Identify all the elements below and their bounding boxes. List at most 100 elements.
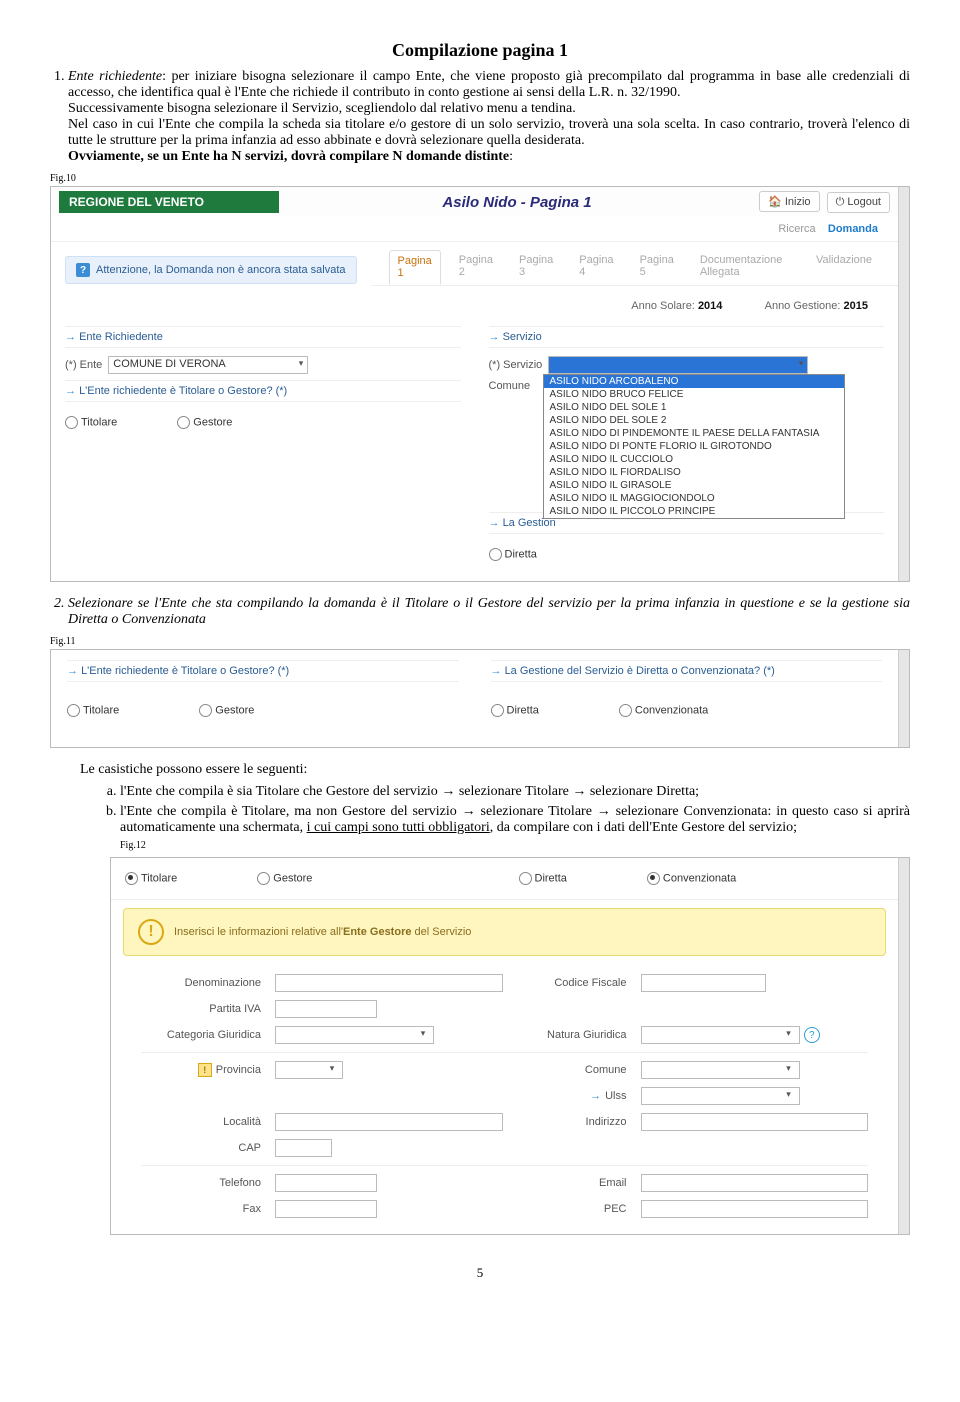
ente-select[interactable]: COMUNE DI VERONA — [108, 356, 308, 374]
anno-solare-value: 2014 — [698, 300, 722, 312]
app-title: Asilo Nido - Pagina 1 — [279, 194, 755, 211]
text: : per iniziare bisogna selezionare il ca… — [68, 69, 910, 100]
label-fax: Fax — [141, 1203, 261, 1215]
scrollbar[interactable] — [898, 187, 909, 581]
select-catgiur[interactable] — [275, 1026, 434, 1044]
alert-text: Attenzione, la Domanda non è ancora stat… — [96, 264, 346, 276]
input-email[interactable] — [641, 1174, 869, 1192]
radio-titolare[interactable]: Titolare — [125, 872, 177, 885]
dropdown-item[interactable]: ASILO NIDO IL PICCOLO PRINCIPE — [544, 505, 844, 518]
warning-icon: ? — [76, 263, 90, 277]
dropdown-item[interactable]: ASILO NIDO IL MAGGIOCIONDOLO — [544, 492, 844, 505]
input-cf[interactable] — [641, 974, 766, 992]
label-piva: Partita IVA — [141, 1003, 261, 1015]
radio-titolare[interactable]: Titolare — [67, 704, 119, 717]
anno-gestione-label: Anno Gestione: — [765, 300, 841, 312]
text: Selezionare se l'Ente che sta compilando… — [68, 596, 910, 627]
page-number: 5 — [50, 1265, 910, 1281]
input-cap[interactable] — [275, 1139, 332, 1157]
section-servizio: Servizio — [489, 326, 885, 348]
tab-pagina5[interactable]: Pagina 5 — [632, 250, 682, 285]
radio-diretta[interactable]: Diretta — [489, 548, 537, 561]
label-provincia: !Provincia — [141, 1063, 261, 1077]
label-indirizzo: Indirizzo — [517, 1116, 627, 1128]
list-item: Ente richiedente: per iniziare bisogna s… — [68, 69, 910, 165]
label-telefono: Telefono — [141, 1177, 261, 1189]
tab-doc[interactable]: Documentazione Allegata — [692, 250, 798, 285]
screenshot-fig11: L'Ente richiedente è Titolare o Gestore?… — [50, 649, 910, 748]
servizio-select[interactable] — [548, 356, 808, 374]
label-ulss: →Ulss — [517, 1090, 627, 1102]
radio-gestore[interactable]: Gestore — [257, 872, 312, 885]
section-ente: Ente Richiedente — [65, 326, 461, 348]
figure-label: Fig.11 — [50, 636, 910, 647]
list-item: l'Ente che compila è Titolare, ma non Ge… — [120, 804, 910, 851]
select-provincia[interactable] — [275, 1061, 343, 1079]
nav-domanda[interactable]: Domanda — [828, 223, 878, 235]
input-telefono[interactable] — [275, 1174, 377, 1192]
question-diretta-convenzionata: La Gestione del Servizio è Diretta o Con… — [491, 660, 883, 682]
question-titolare-gestore: L'Ente richiedente è Titolare o Gestore?… — [65, 380, 461, 402]
dropdown-item[interactable]: ASILO NIDO IL FIORDALISO — [544, 466, 844, 479]
text: Nel caso in cui l'Ente che compila la sc… — [68, 117, 910, 148]
input-piva[interactable] — [275, 1000, 377, 1018]
input-fax[interactable] — [275, 1200, 377, 1218]
help-icon[interactable]: ? — [804, 1027, 820, 1043]
radio-diretta[interactable]: Diretta — [519, 872, 567, 885]
dropdown-item[interactable]: ASILO NIDO DEL SOLE 1 — [544, 401, 844, 414]
home-button[interactable]: 🏠 Inizio — [759, 191, 819, 212]
warning-icon: ! — [198, 1063, 212, 1077]
scrollbar[interactable] — [898, 858, 909, 1234]
radio-gestore[interactable]: Gestore — [177, 416, 232, 429]
label-localita: Località — [141, 1116, 261, 1128]
logout-button[interactable]: ⏻ Logout — [827, 192, 890, 213]
dropdown-item[interactable]: ASILO NIDO DI PONTE FLORIO IL GIROTONDO — [544, 440, 844, 453]
input-denominazione[interactable] — [275, 974, 503, 992]
anno-gestione-value: 2015 — [844, 300, 868, 312]
screenshot-fig10: REGIONE DEL VENETO Asilo Nido - Pagina 1… — [50, 186, 910, 582]
tab-validazione[interactable]: Validazione — [808, 250, 880, 285]
select-ulss[interactable] — [641, 1087, 800, 1105]
tab-pagina2[interactable]: Pagina 2 — [451, 250, 501, 285]
dropdown-item[interactable]: ASILO NIDO ARCOBALENO — [544, 375, 844, 388]
label-denominazione: Denominazione — [141, 977, 261, 989]
dropdown-item[interactable]: ASILO NIDO IL GIRASOLE — [544, 479, 844, 492]
servizio-label: (*) Servizio — [489, 359, 543, 371]
radio-diretta[interactable]: Diretta — [491, 704, 539, 717]
input-localita[interactable] — [275, 1113, 503, 1131]
tab-pagina4[interactable]: Pagina 4 — [571, 250, 621, 285]
select-comune[interactable] — [641, 1061, 800, 1079]
radio-gestore[interactable]: Gestore — [199, 704, 254, 717]
radio-titolare[interactable]: Titolare — [65, 416, 117, 429]
banner-text: Inserisci le informazioni relative all'E… — [174, 926, 471, 938]
anno-solare-label: Anno Solare: — [631, 300, 695, 312]
list-item: Selezionare se l'Ente che sta compilando… — [68, 596, 910, 628]
dropdown-item[interactable]: ASILO NIDO DI PINDEMONTE IL PAESE DELLA … — [544, 427, 844, 440]
ente-label: (*) Ente — [65, 359, 102, 371]
radio-convenzionata[interactable]: Convenzionata — [619, 704, 708, 717]
screenshot-fig12: Titolare Gestore Diretta Convenzionata !… — [110, 857, 910, 1235]
nav-ricerca[interactable]: Ricerca — [778, 223, 815, 235]
input-pec[interactable] — [641, 1200, 869, 1218]
region-banner: REGIONE DEL VENETO — [59, 191, 279, 213]
figure-label: Fig.12 — [120, 840, 910, 851]
label-comune: Comune — [517, 1064, 627, 1076]
question-titolare-gestore: L'Ente richiedente è Titolare o Gestore?… — [67, 660, 459, 682]
input-indirizzo[interactable] — [641, 1113, 869, 1131]
label-natgiur: Natura Giuridica — [517, 1029, 627, 1041]
dropdown-item[interactable]: ASILO NIDO DEL SOLE 2 — [544, 414, 844, 427]
radio-convenzionata[interactable]: Convenzionata — [647, 872, 736, 885]
servizio-dropdown[interactable]: ASILO NIDO ARCOBALENO ASILO NIDO BRUCO F… — [543, 374, 845, 519]
comune-label: Comune — [489, 380, 531, 392]
tab-pagina3[interactable]: Pagina 3 — [511, 250, 561, 285]
list-item: l'Ente che compila è sia Titolare che Ge… — [120, 784, 910, 800]
figure-label: Fig.10 — [50, 173, 910, 184]
tab-pagina1[interactable]: Pagina 1 — [389, 250, 441, 285]
exclamation-icon: ! — [138, 919, 164, 945]
dropdown-item[interactable]: ASILO NIDO IL CUCCIOLO — [544, 453, 844, 466]
dropdown-item[interactable]: ASILO NIDO BRUCO FELICE — [544, 388, 844, 401]
select-natgiur[interactable] — [641, 1026, 800, 1044]
label-email: Email — [517, 1177, 627, 1189]
scrollbar[interactable] — [898, 650, 909, 747]
label-pec: PEC — [517, 1203, 627, 1215]
